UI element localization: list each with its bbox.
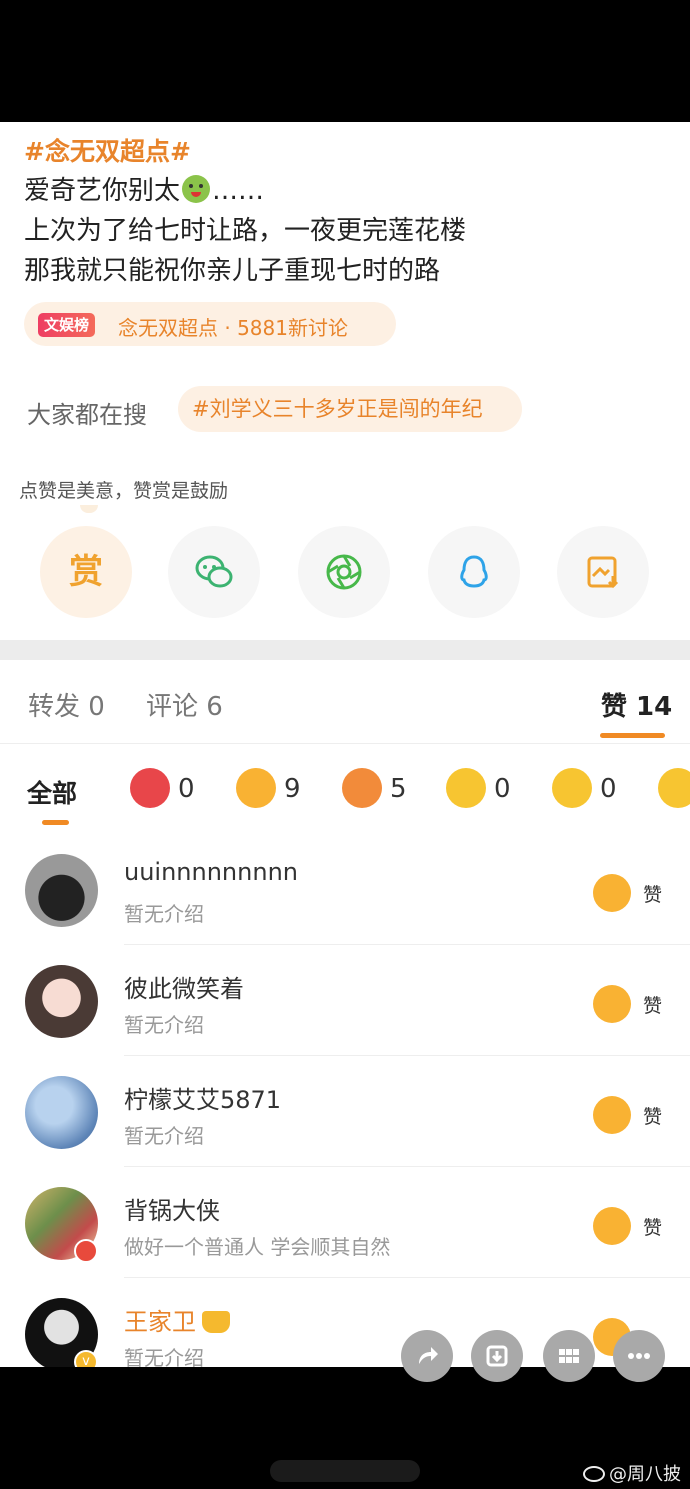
like-label: 赞 xyxy=(643,884,663,906)
verified-badge-icon xyxy=(74,1239,98,1263)
reaction-count: 9 xyxy=(284,774,301,804)
reaction-count: 5 xyxy=(390,774,407,804)
list-item[interactable]: 柠檬艾艾5871 暂无介绍 赞 xyxy=(0,1056,690,1167)
interaction-tabs: 转发 0 评论 6 赞 14 xyxy=(0,660,690,744)
qq-share-button[interactable] xyxy=(428,526,520,618)
floating-more-button[interactable] xyxy=(613,1330,665,1382)
user-name[interactable]: 背锅大侠 xyxy=(124,1191,220,1226)
trending-search-topic[interactable]: #刘学义三十多岁正是闯的年纪 xyxy=(178,386,522,432)
floating-save-button[interactable] xyxy=(471,1330,523,1382)
user-intro: 暂无介绍 xyxy=(124,1013,204,1037)
grid-icon xyxy=(559,1349,579,1363)
watermark-text: @周八披 xyxy=(609,1464,681,1485)
reaction-count: 0 xyxy=(600,774,617,804)
post-line-1-ellipsis: …… xyxy=(212,176,265,206)
moments-share-button[interactable] xyxy=(298,526,390,618)
user-name[interactable]: 彼此微笑着 xyxy=(124,969,244,1004)
like-label: 赞 xyxy=(643,995,663,1017)
weibo-logo-icon xyxy=(583,1466,605,1482)
heart-bubble-icon xyxy=(342,768,382,808)
ranking-text: 念无双超点 · 5881新讨论 xyxy=(118,316,348,340)
list-item[interactable]: 背锅大侠 做好一个普通人 学会顺其自然 赞 xyxy=(0,1167,690,1278)
reward-heart-icon xyxy=(130,768,170,808)
trending-search-label: 大家都在搜 xyxy=(27,401,147,429)
list-item[interactable]: 彼此微笑着 暂无介绍 赞 xyxy=(0,945,690,1056)
wow-icon xyxy=(552,768,592,808)
user-intro: 暂无介绍 xyxy=(124,902,204,926)
thumbs-up-icon[interactable] xyxy=(593,1207,631,1245)
post-hashtag[interactable]: #念无双超点# xyxy=(24,132,191,168)
post-line-1: 爱奇艺你别太 …… xyxy=(24,170,264,207)
share-row: 赏 xyxy=(40,526,660,620)
user-name[interactable]: 柠檬艾艾5871 xyxy=(124,1080,281,1115)
avatar[interactable] xyxy=(25,1076,98,1149)
tab-like[interactable]: 赞 14 xyxy=(601,686,672,723)
user-name[interactable]: uuinnnnnnnnn xyxy=(124,858,298,886)
user-name: 王家卫 xyxy=(124,1308,196,1336)
ranking-pill[interactable]: 文娱榜 念无双超点 · 5881新讨论 xyxy=(24,302,396,346)
post-line-2: 上次为了给七时让路，一夜更完莲花楼 xyxy=(24,216,467,246)
like-label: 赞 xyxy=(643,1217,663,1239)
reaction-active-indicator xyxy=(42,820,69,825)
user-intro: 暂无介绍 xyxy=(124,1124,204,1148)
save-icon xyxy=(486,1345,508,1367)
share-arrow-icon xyxy=(419,1347,438,1364)
user-intro: 暂无介绍 xyxy=(124,1346,204,1367)
post-line-1-text: 爱奇艺你别太 xyxy=(24,176,181,206)
moments-icon xyxy=(326,554,362,590)
thumbs-up-icon[interactable] xyxy=(593,874,631,912)
tab-repost[interactable]: 转发 0 xyxy=(28,686,105,723)
ranking-tag: 文娱榜 xyxy=(38,313,96,337)
save-image-button[interactable] xyxy=(557,526,649,618)
reaction-filter-all[interactable]: 全部 xyxy=(27,774,77,810)
user-intro: 做好一个普通人 学会顺其自然 xyxy=(124,1235,391,1259)
tab-comment[interactable]: 评论 6 xyxy=(146,686,223,723)
floating-grid-button[interactable] xyxy=(543,1330,595,1382)
weibo-watermark: @周八披 xyxy=(583,1460,681,1486)
wechat-share-button[interactable] xyxy=(168,526,260,618)
encourage-tip: 点赞是美意，赞赏是鼓励 xyxy=(19,480,229,502)
qq-icon xyxy=(460,555,488,588)
crown-icon xyxy=(202,1311,230,1333)
like-label: 赞 xyxy=(643,1106,663,1128)
tab-active-indicator xyxy=(600,733,665,738)
post-line-3: 那我就只能祝你亲儿子重现七时的路 xyxy=(24,256,441,286)
floating-share-button[interactable] xyxy=(401,1330,453,1382)
encourage-tip-pointer xyxy=(80,505,98,513)
reaction-filter-bar: 全部 0 9 5 0 0 xyxy=(0,744,690,834)
thumbs-up-icon xyxy=(236,768,276,808)
sick-face-emoji-icon xyxy=(182,175,211,203)
user-name-row[interactable]: 王家卫 xyxy=(124,1302,230,1337)
thumbs-up-icon[interactable] xyxy=(593,985,631,1023)
angry-icon xyxy=(658,768,690,808)
reward-button[interactable]: 赏 xyxy=(40,526,132,618)
reaction-count: 0 xyxy=(178,774,195,804)
weibo-post-screen: #念无双超点# 爱奇艺你别太 …… 上次为了给七时让路，一夜更完莲花楼 那我就只能… xyxy=(0,122,690,1367)
save-image-icon xyxy=(587,556,619,589)
thumbs-up-icon[interactable] xyxy=(593,1096,631,1134)
avatar[interactable] xyxy=(25,854,98,927)
vip-badge-icon: v xyxy=(74,1350,98,1367)
section-gap xyxy=(0,640,690,660)
avatar[interactable] xyxy=(25,965,98,1038)
wechat-icon xyxy=(195,555,233,588)
blurred-overlay xyxy=(270,1460,420,1482)
reward-label: 赏 xyxy=(69,552,103,592)
reaction-count: 0 xyxy=(494,774,511,804)
list-item[interactable]: uuinnnnnnnnn 暂无介绍 赞 xyxy=(0,834,690,945)
more-icon xyxy=(628,1353,650,1359)
laugh-icon xyxy=(446,768,486,808)
